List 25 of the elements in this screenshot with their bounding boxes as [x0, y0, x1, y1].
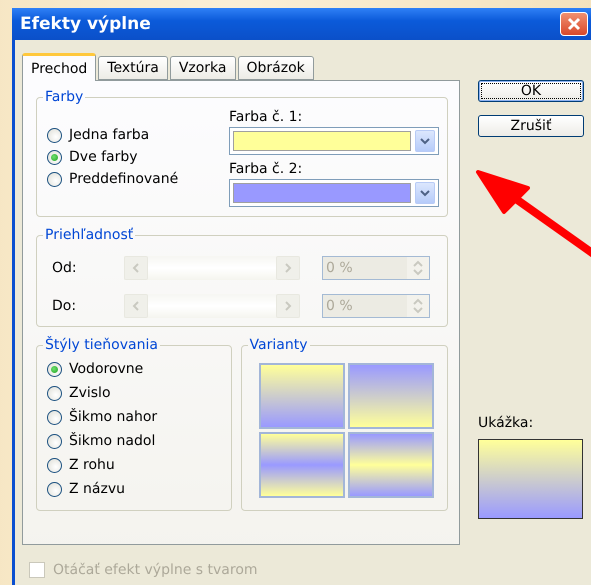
dialog-button[interactable]: Zrušiť [478, 115, 584, 137]
group-title: Priehľadnosť [44, 227, 134, 243]
radio-label[interactable]: Dve farby [69, 149, 138, 165]
tab[interactable]: Prechod [22, 53, 96, 81]
radio-label[interactable]: Preddefinované [69, 171, 178, 187]
radio-label[interactable]: Jedna farba [69, 127, 150, 143]
window-title: Efekty výplne [20, 14, 151, 34]
radio-label[interactable]: Vodorovne [69, 361, 144, 377]
radio-label[interactable]: Šikmo nadol [69, 433, 156, 449]
preview-label: Ukážka: [478, 415, 534, 431]
group-title: Farby [44, 89, 84, 105]
group-title: Štýly tieňovania [44, 337, 159, 353]
dialog-button[interactable]: OK [478, 80, 584, 102]
field-label: Od: [51, 260, 78, 276]
field-label: Do: [51, 298, 78, 314]
group-title: Varianty [248, 337, 308, 353]
tab[interactable]: Vzorka [170, 56, 236, 80]
radio-label[interactable]: Šikmo nahor [69, 409, 158, 425]
field-label: Farba č. 1: [229, 109, 304, 125]
tab[interactable]: Obrázok [238, 56, 314, 80]
radio-label[interactable]: Zvislo [69, 385, 111, 401]
radio-label[interactable]: Z rohu [69, 457, 115, 473]
field-label: Farba č. 2: [229, 161, 304, 177]
tab[interactable]: Textúra [98, 56, 168, 80]
radio-label[interactable]: Z názvu [69, 481, 125, 497]
